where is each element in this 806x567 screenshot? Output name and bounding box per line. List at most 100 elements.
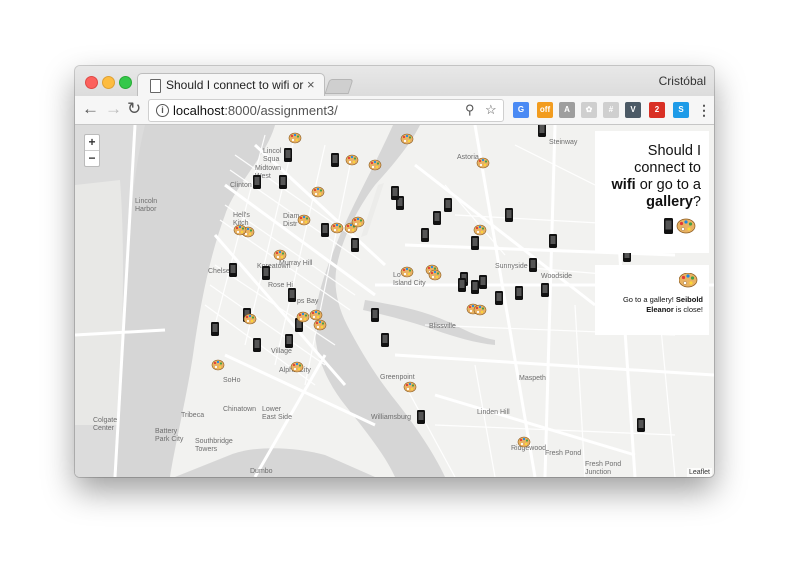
wifi-marker-icon[interactable] <box>371 308 379 322</box>
browser-window: Should I connect to wifi or go to a gall… <box>75 66 714 477</box>
wifi-marker-icon[interactable] <box>262 266 270 280</box>
maximize-window-button[interactable] <box>119 76 132 89</box>
wifi-marker-icon[interactable] <box>505 208 513 222</box>
gallery-marker-icon[interactable] <box>476 157 490 169</box>
wifi-marker-icon[interactable] <box>471 280 479 294</box>
skype-extension-icon[interactable]: S <box>673 102 689 118</box>
gallery-marker-icon[interactable] <box>309 309 323 321</box>
title-bar: Should I connect to wifi or go to a gall… <box>75 66 714 98</box>
map-label: Hell's <box>233 212 250 219</box>
wifi-marker-icon[interactable] <box>331 153 339 167</box>
gallery-marker-icon[interactable] <box>273 249 287 261</box>
wifi-marker-icon[interactable] <box>279 175 287 189</box>
wifi-marker-icon[interactable] <box>495 291 503 305</box>
gallery-marker-icon[interactable] <box>428 269 442 281</box>
url-text[interactable]: localhost:8000/assignment3/ <box>173 103 338 118</box>
leaflet-attribution[interactable]: Leaflet <box>686 468 712 477</box>
block-extension-icon[interactable]: 2 <box>649 102 665 118</box>
wifi-marker-icon[interactable] <box>541 283 549 297</box>
wifi-marker-icon[interactable] <box>433 211 441 225</box>
wifi-marker-icon[interactable] <box>211 322 219 336</box>
profile-name[interactable]: Cristóbal <box>659 74 706 88</box>
map-label: Clinton <box>230 182 252 189</box>
wifi-marker-icon[interactable] <box>421 228 429 242</box>
grid-extension-icon[interactable]: # <box>603 102 619 118</box>
map-label: Towers <box>195 446 218 453</box>
wifi-marker-icon[interactable] <box>285 334 293 348</box>
wifi-marker-icon[interactable] <box>253 175 261 189</box>
gallery-marker-icon[interactable] <box>400 266 414 278</box>
address-bar[interactable]: i localhost:8000/assignment3/ ⚲ ☆ <box>148 99 504 122</box>
wifi-marker-icon[interactable] <box>637 418 645 432</box>
minimize-window-button[interactable] <box>102 76 115 89</box>
gallery-marker-icon[interactable] <box>297 214 311 226</box>
gallery-marker-icon[interactable] <box>311 186 325 198</box>
wifi-marker-icon[interactable] <box>444 198 452 212</box>
wifi-marker-icon[interactable] <box>391 186 399 200</box>
map-label: Steinway <box>549 139 578 146</box>
result-panel: Go to a gallery! Seibold Eleanor is clos… <box>595 265 709 335</box>
gallery-marker-icon[interactable] <box>473 224 487 236</box>
wifi-marker-icon[interactable] <box>515 286 523 300</box>
map-viewport[interactable]: Lincol Squa Midtown West Clinton Lincoln Harbo… <box>75 125 714 477</box>
translate-extension-icon[interactable]: G <box>513 102 529 118</box>
reader-extension-icon[interactable]: A <box>559 102 575 118</box>
gallery-marker-icon[interactable] <box>517 436 531 448</box>
map-label: Park City <box>155 436 184 443</box>
gallery-marker-icon[interactable] <box>296 311 310 323</box>
map-label: Diam <box>283 213 300 220</box>
gallery-marker-icon[interactable] <box>351 216 365 228</box>
coupon-extension-icon[interactable]: off <box>537 102 553 118</box>
menu-dots-icon[interactable]: ⋮ <box>697 102 711 118</box>
gallery-marker-icon[interactable] <box>288 132 302 144</box>
back-arrow-icon[interactable]: ← <box>82 99 99 119</box>
map-label: Linden Hill <box>477 409 510 416</box>
gallery-marker-icon[interactable] <box>400 133 414 145</box>
wifi-marker-icon[interactable] <box>529 258 537 272</box>
tab-close-icon[interactable]: × <box>307 77 315 92</box>
wifi-marker-icon[interactable] <box>538 125 546 137</box>
new-tab-button[interactable] <box>324 79 354 94</box>
info-icon[interactable]: i <box>156 104 169 117</box>
map-label: Lincoln <box>135 198 157 205</box>
gallery-marker-icon[interactable] <box>330 222 344 234</box>
wifi-marker-icon[interactable] <box>253 338 261 352</box>
gallery-marker-icon[interactable] <box>313 319 327 331</box>
gallery-marker-icon[interactable] <box>473 304 487 316</box>
gallery-marker-icon[interactable] <box>403 381 417 393</box>
title-wifi: wifi <box>611 177 636 193</box>
browser-tab[interactable]: Should I connect to wifi or go to a gall… <box>137 73 325 98</box>
wifi-marker-icon[interactable] <box>288 288 296 302</box>
gallery-marker-icon[interactable] <box>345 154 359 166</box>
map-label: Lincol <box>263 148 282 155</box>
zoom-magnifier-icon[interactable]: ⚲ <box>465 102 475 118</box>
wifi-marker-icon[interactable] <box>479 275 487 289</box>
gallery-marker-icon[interactable] <box>243 313 257 325</box>
gallery-marker-icon[interactable] <box>211 359 225 371</box>
wifi-marker-icon[interactable] <box>417 410 425 424</box>
page-title: Should I connect to wifi or go to a gall… <box>601 143 701 211</box>
wifi-marker-icon[interactable] <box>458 278 466 292</box>
wifi-marker-icon[interactable] <box>229 263 237 277</box>
reload-icon[interactable]: ↻ <box>127 99 141 119</box>
map-label: Fresh Pond <box>545 450 581 457</box>
wifi-marker-icon[interactable] <box>284 148 292 162</box>
wifi-marker-icon[interactable] <box>549 234 557 248</box>
star-bookmark-icon[interactable]: ☆ <box>485 102 497 118</box>
close-window-button[interactable] <box>85 76 98 89</box>
gallery-marker-icon[interactable] <box>290 361 304 373</box>
forward-arrow-icon[interactable]: → <box>105 99 122 119</box>
palette-icon <box>679 273 698 288</box>
wifi-marker-icon[interactable] <box>321 223 329 237</box>
map-label: Rose Hi <box>268 282 293 289</box>
gallery-marker-icon[interactable] <box>368 159 382 171</box>
zoom-out-button[interactable]: − <box>85 151 99 166</box>
wifi-marker-icon[interactable] <box>471 236 479 250</box>
gear-extension-icon[interactable]: ✿ <box>581 102 597 118</box>
zoom-in-button[interactable]: + <box>85 135 99 151</box>
vue-extension-icon[interactable]: V <box>625 102 641 118</box>
wifi-marker-icon[interactable] <box>351 238 359 252</box>
wifi-marker-icon[interactable] <box>381 333 389 347</box>
gallery-marker-icon[interactable] <box>233 224 247 236</box>
title-line-3: or go to a <box>635 177 701 193</box>
